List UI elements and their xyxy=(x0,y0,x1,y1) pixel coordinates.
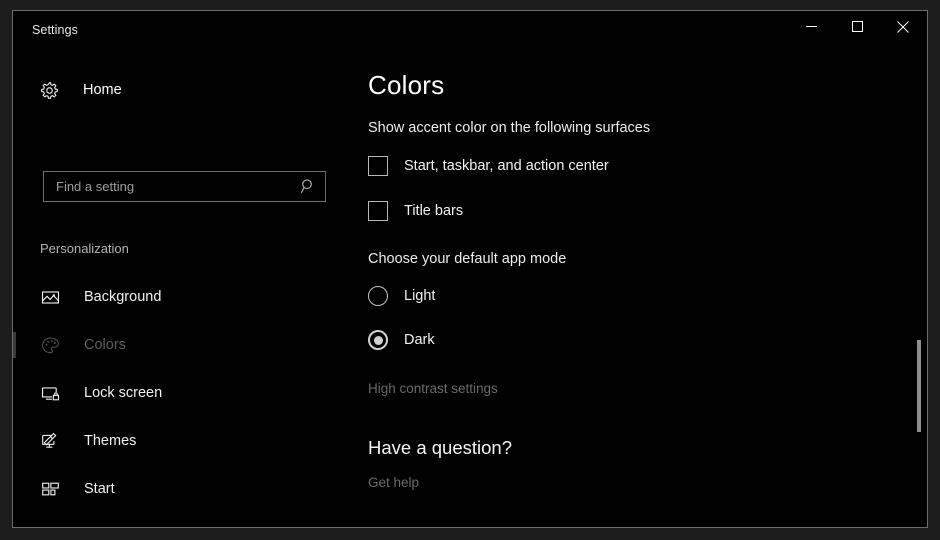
close-icon xyxy=(897,20,909,33)
minimize-button[interactable] xyxy=(788,11,834,42)
maximize-icon xyxy=(851,21,863,32)
radio-app-mode-light[interactable]: Light xyxy=(368,286,435,306)
radio-button[interactable] xyxy=(368,330,388,350)
main-content: Colors Show accent color on the followin… xyxy=(355,55,927,527)
close-button[interactable] xyxy=(880,11,926,42)
sidebar-nav-list: Background Colors Lock screen Themes Sta… xyxy=(13,273,343,528)
checkbox-box[interactable] xyxy=(368,156,388,176)
sidebar-item-start-label: Start xyxy=(84,481,115,497)
get-help-link[interactable]: Get help xyxy=(368,475,419,490)
radio-dot xyxy=(373,335,383,345)
sidebar-item-start[interactable]: Start xyxy=(13,465,343,513)
content-scrollbar[interactable] xyxy=(914,55,924,527)
picture-icon xyxy=(40,287,60,307)
search-box[interactable] xyxy=(43,171,326,202)
radio-label: Light xyxy=(404,288,436,304)
checkbox-box[interactable] xyxy=(368,201,388,221)
window-title: Settings xyxy=(32,23,78,37)
scrollbar-thumb[interactable] xyxy=(917,340,921,432)
sidebar-item-colors[interactable]: Colors xyxy=(13,321,343,369)
sidebar-item-lock-screen[interactable]: Lock screen xyxy=(13,369,343,417)
accent-surfaces-label: Show accent color on the following surfa… xyxy=(368,120,651,136)
sidebar-item-taskbar[interactable]: Taskbar xyxy=(13,513,343,528)
lock-screen-icon xyxy=(40,383,60,403)
search-input[interactable] xyxy=(44,172,296,201)
sidebar-section-header: Personalization xyxy=(40,241,129,256)
page-title: Colors xyxy=(368,70,445,100)
gear-icon xyxy=(39,80,59,100)
themes-brush-icon xyxy=(40,431,60,451)
sidebar-item-themes[interactable]: Themes xyxy=(13,417,343,465)
sidebar-item-lock-screen-label: Lock screen xyxy=(84,385,163,401)
checkbox-label: Title bars xyxy=(404,203,464,219)
settings-window: Settings Home Find a setting Personaliza… xyxy=(12,10,928,528)
checkbox-title-bars[interactable]: Title bars xyxy=(368,201,463,221)
high-contrast-settings-link[interactable]: High contrast settings xyxy=(368,381,498,396)
sidebar-item-themes-label: Themes xyxy=(84,433,137,449)
have-a-question-heading: Have a question? xyxy=(368,437,512,458)
app-mode-label: Choose your default app mode xyxy=(368,251,567,267)
search-icon[interactable] xyxy=(300,178,317,195)
selected-indicator xyxy=(13,332,16,358)
maximize-button[interactable] xyxy=(834,11,880,42)
minimize-icon xyxy=(805,21,817,32)
sidebar-item-colors-label: Colors xyxy=(84,337,126,353)
checkbox-label: Start, taskbar, and action center xyxy=(404,158,609,174)
taskbar-icon xyxy=(40,527,60,528)
sidebar: Home Personalization xyxy=(13,55,355,527)
sidebar-item-background-label: Background xyxy=(84,289,162,305)
title-bar[interactable]: Settings xyxy=(13,11,927,55)
sidebar-item-home-label: Home xyxy=(83,82,122,98)
radio-label: Dark xyxy=(404,332,435,348)
checkbox-start-taskbar-action-center[interactable]: Start, taskbar, and action center xyxy=(368,156,609,176)
sidebar-item-home[interactable]: Home xyxy=(13,72,343,108)
radio-app-mode-dark[interactable]: Dark xyxy=(368,330,435,350)
palette-icon xyxy=(40,335,60,355)
radio-button[interactable] xyxy=(368,286,388,306)
start-tiles-icon xyxy=(40,479,60,499)
sidebar-item-background[interactable]: Background xyxy=(13,273,343,321)
